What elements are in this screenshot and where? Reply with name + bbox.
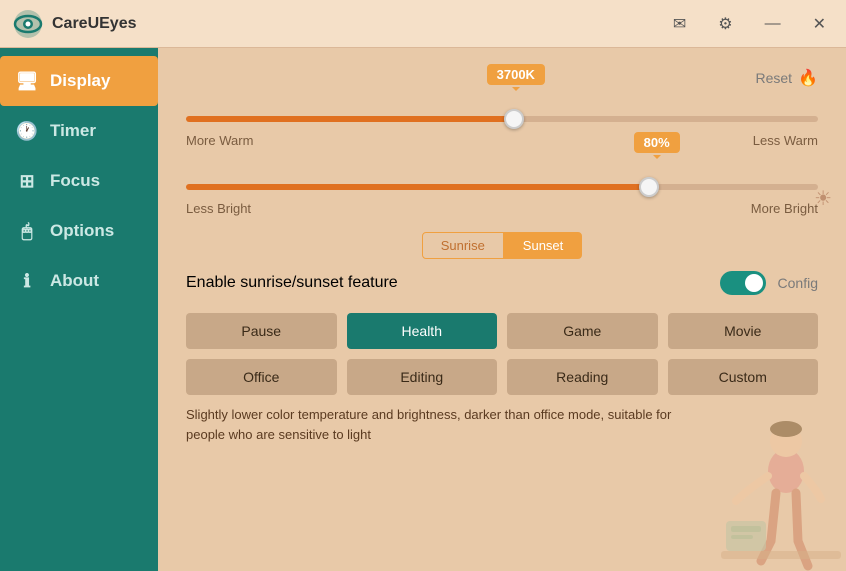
- editing-button[interactable]: Editing: [347, 359, 498, 395]
- mode-buttons-row1: Pause Health Game Movie: [186, 313, 818, 349]
- enable-sunrise-label: Enable sunrise/sunset feature: [186, 274, 398, 292]
- sidebar-label-about: About: [50, 271, 99, 291]
- minimize-icon: —: [765, 15, 781, 33]
- office-button[interactable]: Office: [186, 359, 337, 395]
- mode-description: Slightly lower color temperature and bri…: [186, 405, 706, 444]
- more-bright-label: More Bright: [751, 201, 818, 216]
- title-bar-right: ✉ ⚙ — ✕: [665, 10, 834, 38]
- reading-button[interactable]: Reading: [507, 359, 658, 395]
- reset-link[interactable]: Reset: [756, 70, 793, 86]
- app-title: CareUEyes: [52, 15, 137, 33]
- sunrise-sunset-row: Sunrise Sunset: [186, 232, 818, 259]
- sunrise-button[interactable]: Sunrise: [422, 232, 504, 259]
- health-button[interactable]: Health: [347, 313, 498, 349]
- title-bar: CareUEyes ✉ ⚙ — ✕: [0, 0, 846, 48]
- mode-buttons-row2: Office Editing Reading Custom: [186, 359, 818, 395]
- sidebar-label-display: Display: [50, 71, 110, 91]
- sunset-button[interactable]: Sunset: [504, 232, 582, 259]
- sidebar-item-focus[interactable]: ⊞ Focus: [0, 156, 158, 206]
- sidebar-label-timer: Timer: [50, 121, 96, 141]
- temperature-tooltip: 3700K: [487, 64, 545, 85]
- brightness-slider-container: 80%: [186, 164, 818, 195]
- temperature-labels: More Warm Less Warm: [186, 133, 818, 148]
- less-bright-label: Less Bright: [186, 201, 251, 216]
- main-layout: 🖥 Display 🕐 Timer ⊞ Focus 🖱 Options ℹ Ab…: [0, 48, 846, 571]
- toggle-right: Config: [720, 271, 818, 295]
- brightness-icon: ☀: [814, 186, 832, 211]
- movie-button[interactable]: Movie: [668, 313, 819, 349]
- sidebar-label-options: Options: [50, 221, 114, 241]
- temperature-slider-container: 3700K: [186, 96, 818, 127]
- about-icon: ℹ: [16, 270, 38, 292]
- timer-icon: 🕐: [16, 120, 38, 142]
- brightness-slider[interactable]: [186, 184, 818, 190]
- more-warm-label: More Warm: [186, 133, 253, 148]
- mail-button[interactable]: ✉: [665, 10, 694, 38]
- custom-button[interactable]: Custom: [668, 359, 819, 395]
- brightness-tooltip: 80%: [634, 132, 680, 153]
- close-icon: ✕: [813, 14, 826, 34]
- toggle-row: Enable sunrise/sunset feature Config: [186, 271, 818, 295]
- title-bar-left: CareUEyes: [12, 8, 665, 40]
- focus-icon: ⊞: [16, 170, 38, 192]
- sidebar-item-about[interactable]: ℹ About: [0, 256, 158, 306]
- brightness-labels: Less Bright More Bright: [186, 201, 818, 216]
- display-icon: 🖥: [16, 70, 38, 92]
- gear-icon: ⚙: [718, 14, 732, 34]
- config-link[interactable]: Config: [778, 275, 818, 291]
- sidebar-label-focus: Focus: [50, 171, 100, 191]
- temperature-slider[interactable]: [186, 116, 818, 122]
- app-logo: [12, 8, 44, 40]
- decorative-figure: [716, 411, 846, 571]
- sidebar-item-timer[interactable]: 🕐 Timer: [0, 106, 158, 156]
- sidebar-item-display[interactable]: 🖥 Display: [0, 56, 158, 106]
- less-warm-label: Less Warm: [753, 133, 818, 148]
- pause-button[interactable]: Pause: [186, 313, 337, 349]
- minimize-button[interactable]: —: [757, 11, 789, 37]
- game-button[interactable]: Game: [507, 313, 658, 349]
- close-button[interactable]: ✕: [805, 10, 834, 38]
- temperature-section: 3700K More Warm Less Warm: [186, 96, 818, 148]
- settings-button[interactable]: ⚙: [710, 10, 740, 38]
- flame-icon: 🔥: [798, 68, 818, 88]
- sidebar: 🖥 Display 🕐 Timer ⊞ Focus 🖱 Options ℹ Ab…: [0, 48, 158, 571]
- mail-icon: ✉: [673, 14, 686, 34]
- options-icon: 🖱: [16, 220, 38, 242]
- sunrise-toggle[interactable]: [720, 271, 766, 295]
- sidebar-item-options[interactable]: 🖱 Options: [0, 206, 158, 256]
- content-panel: Reset 🔥 3700K More Warm Less Warm 80% Le…: [158, 48, 846, 571]
- brightness-section: 80% Less Bright More Bright ☀: [186, 164, 818, 216]
